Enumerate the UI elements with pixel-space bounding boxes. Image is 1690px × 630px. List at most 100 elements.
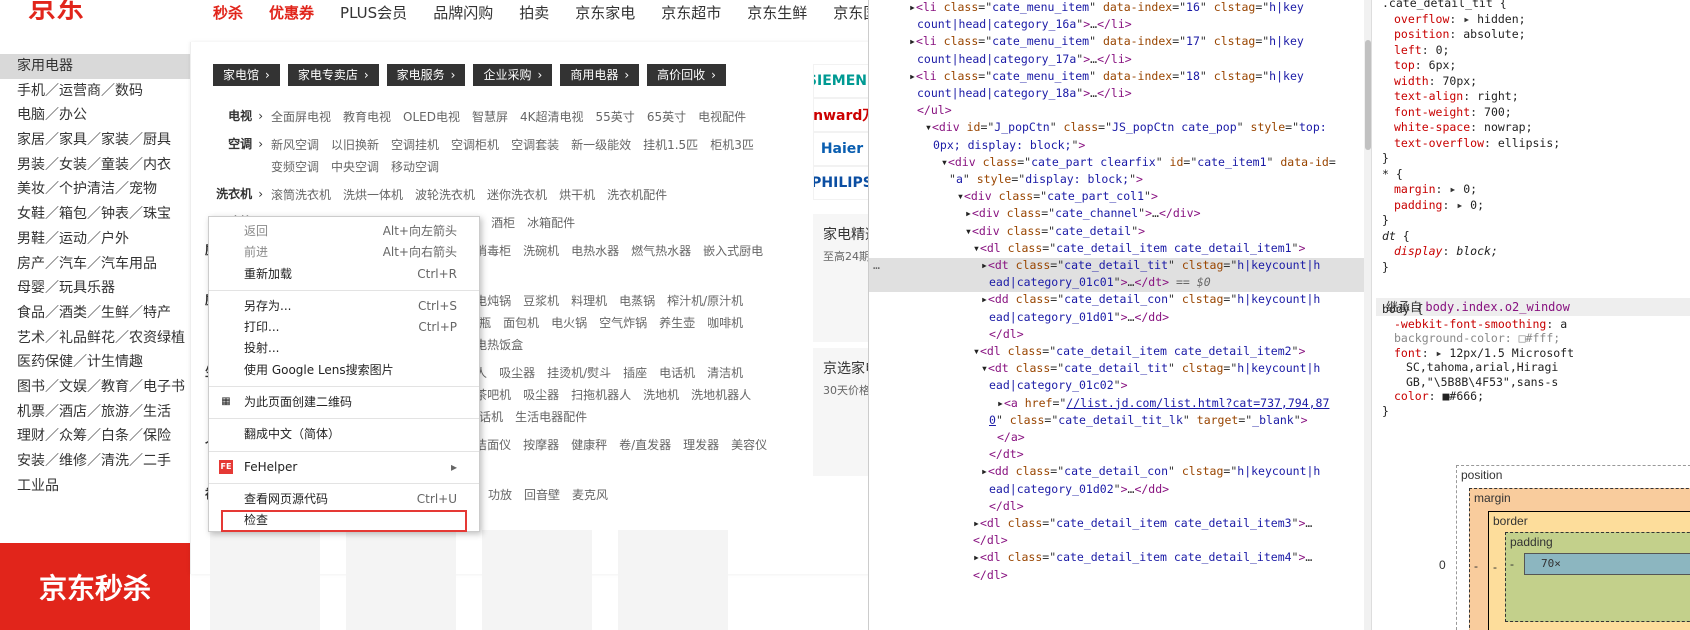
dom-node-line[interactable]: ead|category_01d02">…</dd> — [989, 481, 1169, 498]
style-rule-line[interactable]: background-color: □#fff; — [1394, 331, 1560, 347]
style-rule-line[interactable]: .cate_detail_tit { — [1382, 0, 1507, 12]
channel-button[interactable]: 企业采购 › — [473, 64, 553, 86]
dom-node-line[interactable]: 0" class="cate_detail_tit_lk" target="_b… — [989, 412, 1308, 429]
context-menu-item[interactable]: 投射... — [209, 338, 479, 359]
style-rule-line[interactable]: white-space: nowrap; — [1394, 120, 1533, 136]
channel-button[interactable]: 家电馆 › — [213, 64, 280, 86]
context-menu-item[interactable]: 重新加载 Ctrl+R — [209, 264, 479, 285]
top-nav-link[interactable]: PLUS会员 — [340, 0, 407, 28]
category-link[interactable]: 洗地机器人 — [691, 384, 751, 406]
top-nav-link[interactable]: 京东超市 — [661, 0, 721, 28]
category-link[interactable]: 迷你洗衣机 — [487, 184, 547, 206]
category-link[interactable]: 电热饭盒 — [475, 334, 523, 356]
category-link[interactable]: 电话机 — [659, 362, 695, 384]
category-link[interactable]: 清洁机 — [707, 362, 743, 384]
category-link[interactable]: 插座 — [623, 362, 647, 384]
top-nav-link[interactable]: 品牌闪购 — [433, 0, 493, 28]
category-link[interactable]: 教育电视 — [343, 106, 391, 128]
style-rule-line[interactable]: * { — [1382, 167, 1403, 183]
style-rule-line[interactable]: body { — [1382, 302, 1424, 318]
category-link[interactable]: 全面屏电视 — [271, 106, 331, 128]
dom-node-line[interactable]: ead|category_01c02"> — [989, 377, 1128, 394]
dom-node-line[interactable]: ▸<li class="cate_menu_item" data-index="… — [909, 0, 1304, 16]
seckill-banner[interactable]: 京东秒杀 — [0, 543, 190, 630]
jd-logo[interactable]: 京东 — [28, 0, 84, 26]
category-menu-item[interactable]: 机票／酒店／旅游／生活 — [0, 400, 190, 425]
top-nav-link[interactable]: 拍卖 — [519, 0, 549, 28]
category-menu-item[interactable]: 女鞋／箱包／钟表／珠宝 — [0, 202, 190, 227]
dom-node-line[interactable]: ▾<dl class="cate_detail_item cate_detail… — [973, 343, 1305, 360]
dom-node-line[interactable]: ▸<dd class="cate_detail_con" clstag="h|k… — [981, 463, 1320, 480]
style-rule-line[interactable]: top: 6px; — [1394, 58, 1456, 74]
style-rule-line[interactable]: } — [1382, 404, 1389, 420]
style-rule-line[interactable]: -webkit-font-smoothing: a — [1394, 317, 1567, 333]
category-link[interactable]: 吸尘器 — [499, 362, 535, 384]
category-link[interactable]: 洗碗机 — [523, 240, 559, 262]
style-rule-line[interactable]: width: 70px; — [1394, 74, 1477, 90]
category-link[interactable]: 面包机 — [503, 312, 539, 334]
category-link[interactable]: 美容仪 — [731, 434, 767, 456]
category-link[interactable]: 燃气热水器 — [631, 240, 691, 262]
style-rule-line[interactable]: color: ■#666; — [1394, 389, 1484, 405]
style-rule-line[interactable]: padding: ▸ 0; — [1394, 198, 1484, 214]
category-menu-item[interactable]: 房产／汽车／汽车用品 — [0, 252, 190, 277]
category-link[interactable]: 65英寸 — [647, 106, 686, 128]
style-rule-line[interactable]: left: 0; — [1394, 43, 1449, 59]
category-link[interactable]: 麦克风 — [572, 484, 608, 506]
category-link[interactable]: 滚筒洗衣机 — [271, 184, 331, 206]
category-link[interactable]: 4K超清电视 — [520, 106, 584, 128]
category-link[interactable]: 健康秤 — [571, 434, 607, 456]
context-menu-item[interactable]: 检查 — [221, 510, 467, 532]
context-menu-item[interactable]: 使用 Google Lens搜索图片 — [209, 360, 479, 381]
brand-logo[interactable]: Vanward万和 — [813, 98, 868, 132]
category-menu-item[interactable]: 图书／文娱／教育／电子书 — [0, 375, 190, 400]
top-nav-link[interactable]: 京东家电 — [575, 0, 635, 28]
category-link[interactable]: 空调挂机 — [391, 134, 439, 156]
context-menu-item[interactable]: 打印... Ctrl+P — [209, 317, 479, 338]
promo-card[interactable]: 京选家电 品质专 30天价格保护 买贵 — [813, 348, 868, 476]
category-link[interactable]: 移动空调 — [391, 156, 439, 178]
category-link[interactable]: 咖啡机 — [707, 312, 743, 334]
dom-node-line[interactable]: </dl> — [973, 532, 1008, 549]
category-menu-item[interactable]: 家用电器 — [0, 54, 190, 79]
category-link[interactable]: 电火锅 — [551, 312, 587, 334]
category-link[interactable]: 电蒸锅 — [619, 290, 655, 312]
inherited-target[interactable]: body.index.o2_window — [1425, 300, 1570, 314]
category-link[interactable]: 新一级能效 — [571, 134, 631, 156]
category-menu-item[interactable]: 医药保健／计生情趣 — [0, 350, 190, 375]
category-menu-item[interactable]: 艺术／礼品鲜花／农资绿植 — [0, 326, 190, 351]
dom-node-line[interactable]: 0px; display: block;"> — [933, 137, 1085, 154]
dom-node-line[interactable]: count|head|category_17a">…</li> — [917, 51, 1132, 68]
style-rule-line[interactable]: margin: ▸ 0; — [1394, 182, 1477, 198]
category-link[interactable]: 生活电器配件 — [515, 406, 587, 428]
context-menu-item[interactable]: 另存为... Ctrl+S — [209, 296, 479, 317]
dom-node-line[interactable]: count|head|category_18a">…</li> — [917, 85, 1132, 102]
product-image[interactable] — [346, 530, 456, 630]
category-link[interactable]: 空调套装 — [511, 134, 559, 156]
scroll-thumb[interactable] — [1365, 40, 1371, 150]
category-link[interactable]: 空调柜机 — [451, 134, 499, 156]
dom-node-line[interactable]: ▸<dl class="cate_detail_item cate_detail… — [973, 549, 1312, 566]
channel-button[interactable]: 高价回收 › — [647, 64, 726, 86]
category-link[interactable]: 按摩器 — [523, 434, 559, 456]
style-rule-line[interactable]: font: ▸ 12px/1.5 Microsoft — [1394, 346, 1574, 362]
category-link[interactable]: 榨汁机/原汁机 — [667, 290, 743, 312]
category-link[interactable]: 理发器 — [683, 434, 719, 456]
category-menu-item[interactable]: 工业品 — [0, 474, 190, 499]
category-link[interactable]: 电热水器 — [571, 240, 619, 262]
dom-node-line[interactable]: ▾<div id="J_popCtn" class="JS_popCtn cat… — [925, 119, 1327, 136]
top-nav-link[interactable]: 京东生鲜 — [747, 0, 807, 28]
brand-logo[interactable]: PHILIPS — [813, 166, 868, 200]
promo-card[interactable]: 家电精选好物 至高24期免息 — [813, 214, 868, 342]
category-link[interactable]: 嵌入式厨电 — [703, 240, 763, 262]
dom-node-line[interactable]: </a> — [997, 429, 1025, 446]
style-rule-line[interactable]: SC,tahoma,arial,Hiragi — [1406, 360, 1558, 376]
category-link[interactable]: 挂烫机/熨斗 — [547, 362, 611, 384]
category-menu-item[interactable]: 美妆／个护清洁／宠物 — [0, 177, 190, 202]
category-link[interactable]: 55英寸 — [596, 106, 635, 128]
category-link[interactable]: 烘干机 — [559, 184, 595, 206]
channel-button[interactable]: 家电专卖店 › — [287, 64, 379, 86]
category-link[interactable]: 吸尘器 — [523, 384, 559, 406]
category-link[interactable]: 变频空调 — [271, 156, 319, 178]
category-link[interactable]: 柜机3匹 — [710, 134, 754, 156]
